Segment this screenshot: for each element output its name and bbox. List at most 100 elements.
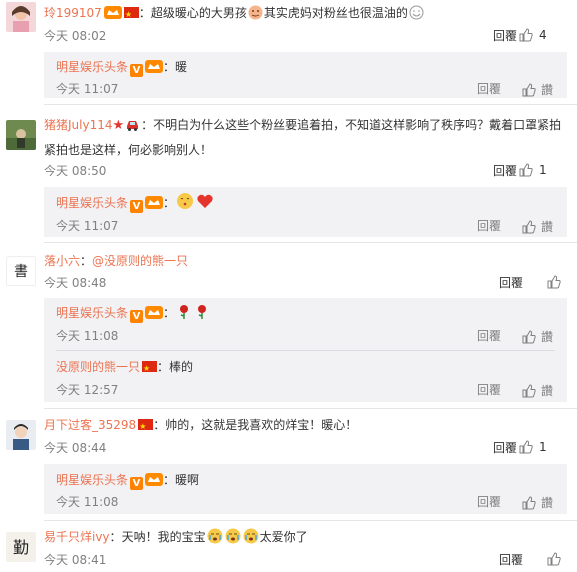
- like-label: 讚: [540, 220, 553, 234]
- like-count: 1: [539, 163, 547, 177]
- thumbs-up-icon: [522, 496, 536, 510]
- comment-item: 玲199107：超级暖心的大男孩其实虎妈对粉丝也很温油的 今天 08:02 回覆…: [0, 0, 577, 100]
- reply-username-link[interactable]: 明星娱乐头条: [56, 196, 128, 210]
- reply-button[interactable]: 回覆: [477, 217, 501, 235]
- divider: [56, 350, 555, 351]
- svg-text:書: 書: [14, 264, 28, 280]
- thumbs-up-icon: [522, 220, 536, 234]
- like-label: 讚: [540, 496, 553, 510]
- like-button[interactable]: 讚: [522, 494, 553, 512]
- red-heart-icon: [196, 192, 214, 210]
- username-link[interactable]: 玲199107: [44, 6, 102, 20]
- avatar[interactable]: [6, 120, 36, 150]
- like-button[interactable]: [519, 551, 569, 569]
- reply-button[interactable]: 回覆: [477, 493, 501, 511]
- crying-face-emoji-icon: [207, 528, 223, 544]
- china-flag-icon: [123, 4, 139, 26]
- divider: [44, 104, 577, 105]
- comment-time: 今天 08:50: [44, 164, 107, 178]
- like-button[interactable]: 1: [519, 162, 569, 180]
- avatar[interactable]: [6, 420, 36, 450]
- crown-badge-icon: [145, 304, 164, 319]
- like-button[interactable]: 讚: [522, 218, 553, 236]
- thumbs-up-icon: [522, 83, 536, 97]
- divider: [44, 242, 577, 243]
- rose-icon: [194, 304, 210, 320]
- crying-face-emoji-icon: [225, 528, 241, 544]
- crying-face-emoji-icon: [243, 528, 259, 544]
- reply-username-link[interactable]: 没原则的熊一只: [56, 360, 140, 374]
- thumbs-up-icon: [519, 163, 533, 177]
- mention-link[interactable]: @没原则的熊一只: [92, 254, 188, 268]
- comment-text: 猪猪July114★ ：不明白为什么这些个粉丝要追着拍，不知道这样影响了秩序吗？戴…: [44, 116, 562, 157]
- username-link[interactable]: 猪猪July114: [44, 118, 113, 132]
- reply-thread: 明星娱乐头条V： 今天 11:08 回覆 讚 没原则的熊一只：棒的 今天 12:…: [44, 298, 567, 402]
- verified-v-icon: V: [130, 64, 144, 77]
- like-count: 1: [539, 440, 547, 454]
- like-button[interactable]: 1: [519, 439, 569, 457]
- reply-time: 今天 11:08: [56, 329, 119, 343]
- crown-badge-icon: [145, 471, 164, 486]
- like-label: 讚: [540, 330, 553, 344]
- reply-text: 明星娱乐头条 V：: [56, 302, 211, 324]
- comment-item: 勤 易千只烊ivy：天呐！我的宝宝 太爱你了 今天 08:41 回覆: [0, 526, 577, 572]
- crown-badge-icon: [145, 194, 164, 209]
- like-button[interactable]: 讚: [522, 81, 553, 99]
- reply-text: 明星娱乐头条 V ：暖啊: [56, 471, 200, 490]
- like-button[interactable]: 4: [519, 27, 569, 45]
- reply-body: 棒的: [169, 360, 194, 374]
- reply-text: 没原则的熊一只：棒的: [56, 356, 194, 380]
- face-emoji-icon: [409, 5, 424, 20]
- crown-badge-icon: [103, 4, 122, 19]
- comment-body-2: 其实虎妈对粉丝也很温油的: [263, 6, 408, 20]
- svg-text:勤: 勤: [13, 538, 29, 557]
- like-label: 讚: [540, 384, 553, 398]
- comment-body: 超级暖心的大男孩: [150, 6, 247, 20]
- thumbs-up-icon: [522, 384, 536, 398]
- car-icon: [125, 116, 140, 131]
- verified-v-icon: V: [130, 200, 144, 213]
- reply-thread: 明星娱乐头条 V： 今天 11:07 回覆 讚: [44, 187, 567, 237]
- reply-text: 明星娱乐头条 V：: [56, 192, 215, 214]
- thumbs-up-icon: [519, 28, 533, 42]
- like-label: 讚: [540, 83, 553, 97]
- divider: [44, 408, 577, 409]
- like-button[interactable]: 讚: [522, 328, 553, 346]
- reply-time: 今天 11:07: [56, 219, 119, 233]
- reply-body: 暖啊: [175, 473, 200, 487]
- avatar[interactable]: 勤: [6, 532, 36, 562]
- like-button[interactable]: [519, 274, 569, 292]
- reply-button[interactable]: 回覆: [493, 27, 517, 45]
- comment-body: 天呐！我的宝宝: [121, 530, 206, 544]
- like-count: 4: [539, 28, 547, 42]
- reply-body: 暖: [175, 60, 188, 74]
- verified-v-icon: V: [130, 310, 144, 323]
- like-button[interactable]: 讚: [522, 382, 553, 400]
- comment-time: 今天 08:41: [44, 553, 107, 567]
- comment-item: 月下过客_35298：帅的，这就是我喜欢的烊宝！暖心！ 今天 08:44 回覆 …: [0, 414, 577, 518]
- avatar[interactable]: 書: [6, 256, 36, 286]
- reply-button[interactable]: 回覆: [493, 162, 517, 180]
- reply-username-link[interactable]: 明星娱乐头条: [56, 473, 128, 487]
- comment-text: 易千只烊ivy：天呐！我的宝宝 太爱你了: [44, 528, 308, 544]
- username-link[interactable]: 落小六: [44, 254, 80, 268]
- reply-button[interactable]: 回覆: [477, 327, 501, 345]
- reply-button[interactable]: 回覆: [477, 381, 501, 399]
- comment-time: 今天 08:02: [44, 29, 107, 43]
- kiss-face-emoji-icon: [176, 192, 194, 210]
- username-link[interactable]: 易千只烊ivy: [44, 530, 110, 544]
- reply-username-link[interactable]: 明星娱乐头条: [56, 306, 128, 320]
- thumbs-up-icon: [519, 440, 533, 454]
- reply-username-link[interactable]: 明星娱乐头条: [56, 60, 128, 74]
- username-link[interactable]: 月下过客_35298: [44, 418, 136, 432]
- reply-button[interactable]: 回覆: [493, 439, 517, 457]
- avatar[interactable]: [6, 2, 36, 32]
- thumbs-up-icon: [522, 330, 536, 344]
- reply-time: 今天 11:08: [56, 495, 119, 509]
- reply-button[interactable]: 回覆: [477, 80, 501, 98]
- comment-body: 帅的，这就是我喜欢的烊宝！暖心！: [165, 418, 358, 432]
- rose-icon: [176, 304, 192, 320]
- crown-badge-icon: [145, 58, 164, 73]
- comment-item: 書 落小六：@没原则的熊一只 今天 08:48 回覆 明星娱乐头条 V： 今天 1…: [0, 250, 577, 408]
- reply-time: 今天 12:57: [56, 383, 119, 397]
